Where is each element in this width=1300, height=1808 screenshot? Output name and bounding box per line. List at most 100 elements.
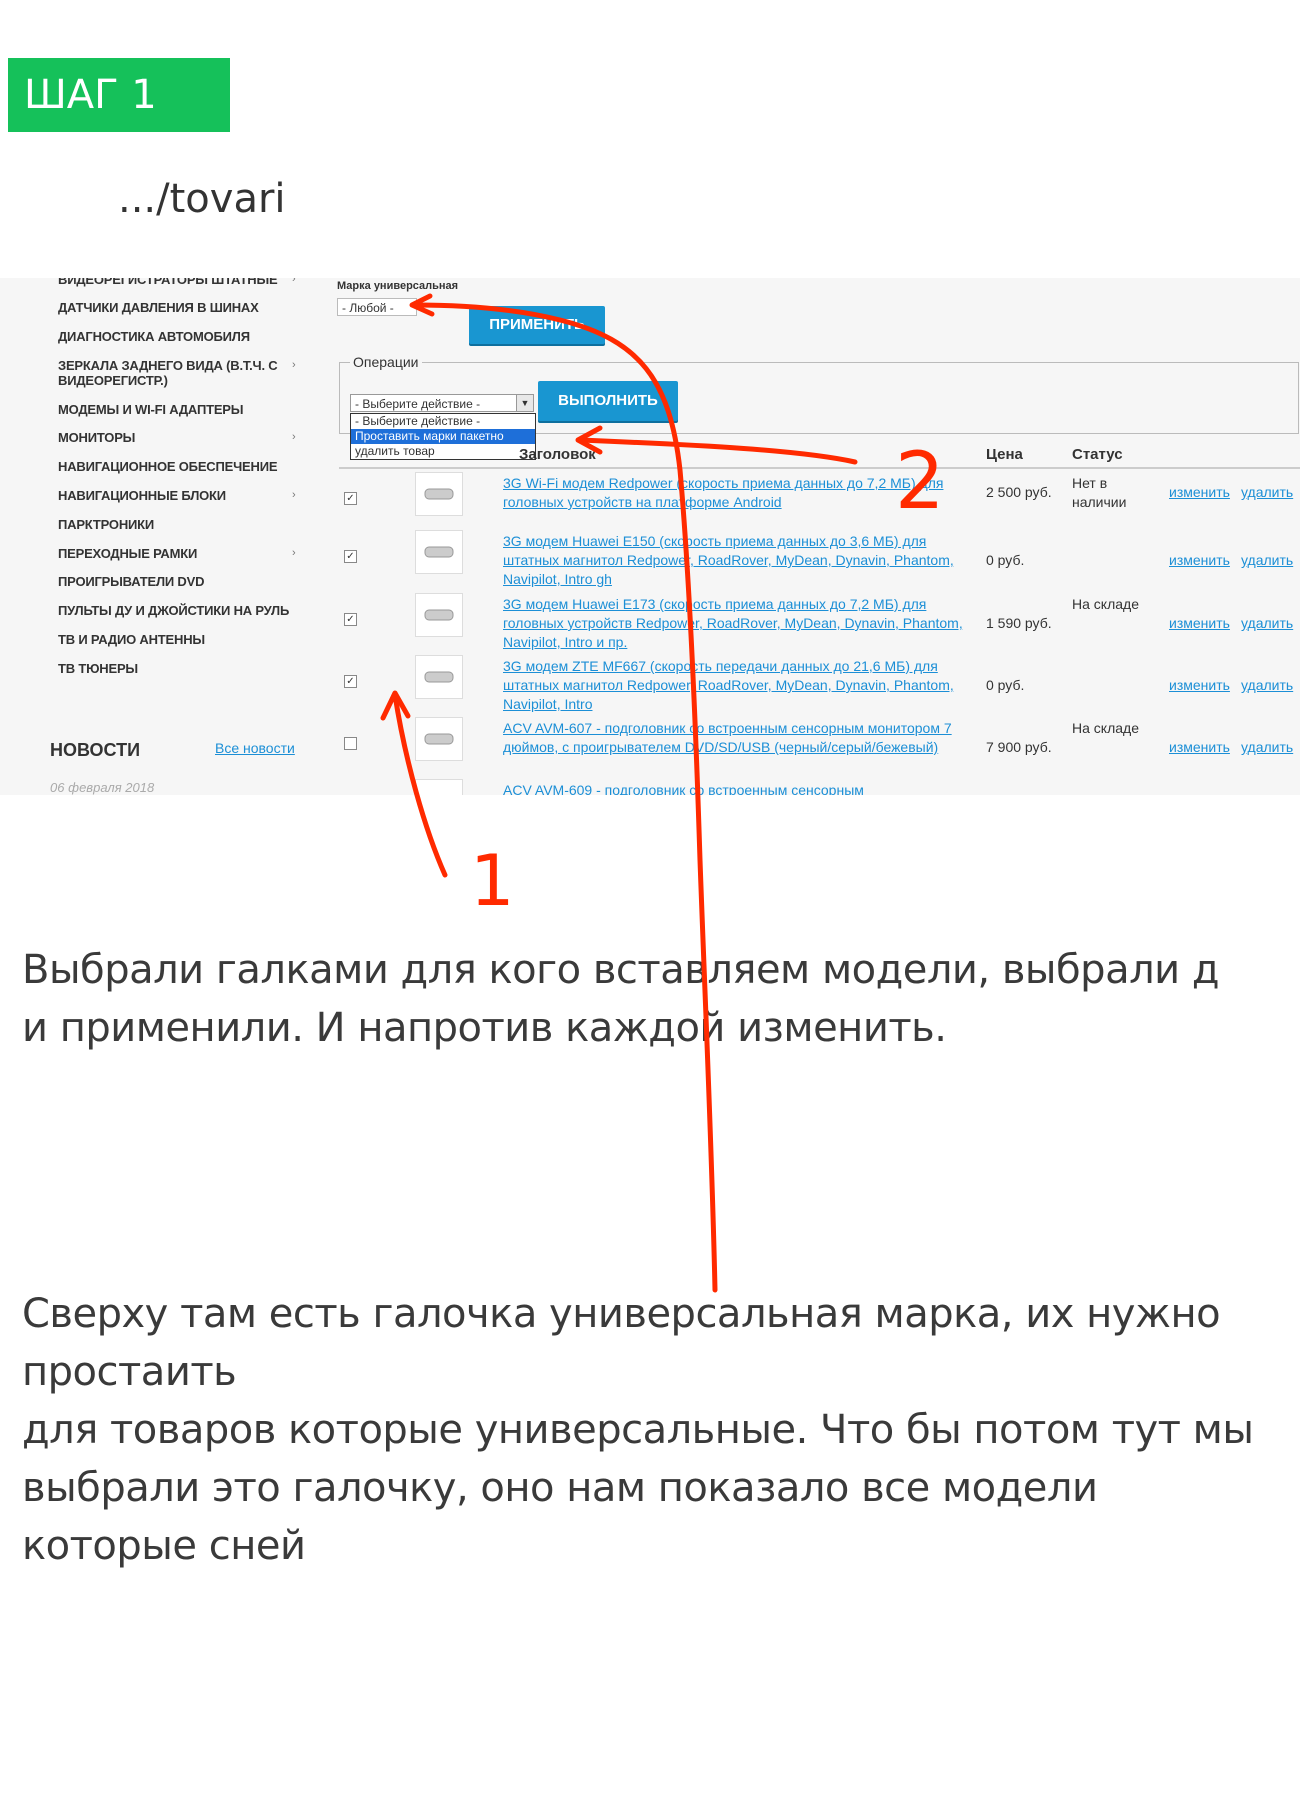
sidebar-item[interactable]: ТВ И РАДИО АНТЕННЫ [58, 632, 308, 647]
apply-button[interactable]: ПРИМЕНИТЬ [469, 306, 605, 344]
sidebar-item-label: ТВ ТЮНЕРЫ [58, 661, 138, 676]
sidebar-item-label: ПАРКТРОНИКИ [58, 517, 155, 532]
paragraph-line: Сверху там есть галочка универсальная ма… [22, 1291, 1221, 1337]
step-badge: ШАГ 1 [8, 58, 230, 132]
instruction-paragraph-1: Выбрали галками для кого вставляем модел… [22, 941, 1282, 1057]
sidebar-item[interactable]: ПАРКТРОНИКИ [58, 517, 308, 532]
sidebar-item-label: ПРОИГРЫВАТЕЛИ DVD [58, 574, 205, 589]
product-price: 0 руб. [986, 552, 1025, 568]
delete-link[interactable]: удалить [1241, 615, 1293, 631]
sidebar-item[interactable]: ВИДЕОРЕГИСТРАТОРЫ ШТАТНЫЕ › [58, 278, 308, 287]
delete-link[interactable]: удалить [1241, 739, 1293, 755]
sidebar-item[interactable]: НАВИГАЦИОННЫЕ БЛОКИ › [58, 488, 308, 503]
sidebar-item-label: МОНИТОРЫ [58, 430, 136, 445]
operations-legend: Операции [350, 354, 422, 370]
product-status: На складе [1072, 596, 1139, 612]
sidebar-item[interactable]: ТВ ТЮНЕРЫ [58, 661, 308, 676]
news-date: 06 февраля 2018 [50, 780, 155, 795]
column-title[interactable]: Заголовок [519, 446, 596, 463]
paragraph-line: и применили. И напротив каждой изменить. [22, 1005, 947, 1051]
dropdown-option[interactable]: удалить товар [351, 444, 535, 459]
product-thumbnail [415, 593, 463, 637]
edit-link[interactable]: изменить [1169, 739, 1230, 755]
product-title-link[interactable]: 3G Wi-Fi модем Redpower (скорость приема… [503, 474, 983, 512]
all-news-link[interactable]: Все новости [215, 740, 295, 756]
sidebar-item[interactable]: МОДЕМЫ И WI-FI АДАПТЕРЫ [58, 402, 308, 417]
execute-button[interactable]: ВЫПОЛНИТЬ [538, 381, 678, 421]
sidebar-item[interactable]: МОНИТОРЫ › [58, 430, 308, 445]
product-price: 1 590 руб. [986, 615, 1052, 631]
delete-link[interactable]: удалить [1241, 552, 1293, 568]
sidebar-item[interactable]: ПЕРЕХОДНЫЕ РАМКИ › [58, 546, 308, 561]
table-header-divider [339, 467, 1300, 469]
sidebar-item-label: ВИДЕОРЕГИСТРАТОРЫ ШТАТНЫЕ [58, 278, 278, 287]
product-status: Нет в наличии [1072, 475, 1127, 510]
product-thumbnail [415, 717, 463, 761]
product-thumbnail [415, 472, 463, 516]
delete-link[interactable]: удалить [1241, 677, 1293, 693]
paragraph-line: простаить [22, 1349, 237, 1395]
chevron-down-icon[interactable]: ▼ [516, 395, 533, 411]
sidebar-item[interactable]: ПРОИГРЫВАТЕЛИ DVD [58, 574, 308, 589]
product-title-link[interactable]: 3G модем Huawei E150 (скорость приема да… [503, 532, 983, 589]
action-select-value: - Выберите действие - [355, 397, 481, 411]
sidebar-item[interactable]: ДИАГНОСТИКА АВТОМОБИЛЯ [58, 329, 308, 344]
edit-link[interactable]: изменить [1169, 552, 1230, 568]
chevron-right-icon: › [292, 359, 296, 371]
delete-link[interactable]: удалить [1241, 484, 1293, 500]
chevron-right-icon: › [292, 547, 296, 559]
paragraph-line: которые сней [22, 1523, 306, 1569]
sidebar-item-label: ПЕРЕХОДНЫЕ РАМКИ [58, 546, 198, 561]
edit-link[interactable]: изменить [1169, 615, 1230, 631]
action-dropdown-list: - Выберите действие - Проставить марки па… [350, 413, 536, 460]
sidebar-item-label: НАВИГАЦИОННОЕ ОБЕСПЕЧЕНИЕ [58, 459, 278, 474]
sidebar-item[interactable]: ДАТЧИКИ ДАВЛЕНИЯ В ШИНАХ [58, 300, 308, 315]
paragraph-line: для товаров которые универсальные. Что б… [22, 1407, 1254, 1453]
product-thumbnail [415, 530, 463, 574]
row-checkbox[interactable] [344, 737, 357, 750]
product-price: 0 руб. [986, 677, 1025, 693]
sidebar-item-label: ПУЛЬТЫ ДУ И ДЖОЙСТИКИ НА РУЛЬ [58, 603, 290, 618]
paragraph-line: Выбрали галками для кого вставляем модел… [22, 947, 1220, 993]
dropdown-option[interactable]: Проставить марки пакетно [351, 429, 535, 444]
sidebar-item[interactable]: ЗЕРКАЛА ЗАДНЕГО ВИДА (В.Т.Ч. С ВИДЕОРЕГИ… [58, 358, 308, 388]
chevron-right-icon: › [292, 278, 296, 285]
sidebar-item-label: ДАТЧИКИ ДАВЛЕНИЯ В ШИНАХ [58, 300, 259, 315]
product-title-link[interactable]: 3G модем Huawei E173 (скорость приема да… [503, 595, 983, 652]
sidebar-item-label: НАВИГАЦИОННЫЕ БЛОКИ [58, 488, 226, 503]
sidebar-item-label: ТВ И РАДИО АНТЕННЫ [58, 632, 205, 647]
column-status[interactable]: Статус [1072, 446, 1123, 463]
column-price[interactable]: Цена [986, 446, 1023, 463]
admin-screenshot: ВИДЕОРЕГИСТРАТОРЫ ШТАТНЫЕ › ДАТЧИКИ ДАВЛЕН… [0, 278, 1300, 795]
product-status: На складе [1072, 720, 1139, 736]
edit-link[interactable]: изменить [1169, 677, 1230, 693]
sidebar-item[interactable]: ПУЛЬТЫ ДУ И ДЖОЙСТИКИ НА РУЛЬ [58, 603, 308, 618]
path-label: .../tovari [118, 176, 286, 222]
sidebar-item-label: ДИАГНОСТИКА АВТОМОБИЛЯ [58, 329, 250, 344]
annotation-number-1: 1 [470, 840, 515, 922]
row-checkbox[interactable]: ✓ [344, 613, 357, 626]
row-checkbox[interactable]: ✓ [344, 550, 357, 563]
product-thumbnail [415, 655, 463, 699]
sidebar-item-label: ЗЕРКАЛА ЗАДНЕГО ВИДА (В.Т.Ч. С ВИДЕОРЕГИ… [58, 358, 278, 388]
sidebar-item-label: МОДЕМЫ И WI-FI АДАПТЕРЫ [58, 402, 244, 417]
paragraph-line: выбрали это галочку, оно нам показало вс… [22, 1465, 1098, 1511]
action-select[interactable]: - Выберите действие - ▼ [350, 394, 534, 412]
product-title-link[interactable]: 3G модем ZTE MF667 (скорость передачи да… [503, 657, 983, 714]
sidebar-item[interactable]: НАВИГАЦИОННОЕ ОБЕСПЕЧЕНИЕ [58, 459, 308, 474]
product-price: 7 900 руб. [986, 739, 1052, 755]
product-thumbnail [415, 779, 463, 795]
product-title-link[interactable]: ACV AVM-609 - подголовник со встроенным … [503, 781, 983, 795]
dropdown-option[interactable]: - Выберите действие - [351, 414, 535, 429]
chevron-right-icon: › [292, 431, 296, 443]
brand-filter-select[interactable]: - Любой - [337, 298, 417, 316]
row-checkbox[interactable]: ✓ [344, 492, 357, 505]
chevron-right-icon: › [292, 489, 296, 501]
product-title-link[interactable]: ACV AVM-607 - подголовник со встроенным … [503, 719, 983, 757]
product-price: 2 500 руб. [986, 484, 1052, 500]
brand-filter-label: Марка универсальная [337, 280, 459, 292]
row-checkbox[interactable]: ✓ [344, 675, 357, 688]
instruction-paragraph-2: Сверху там есть галочка универсальная ма… [22, 1285, 1282, 1575]
edit-link[interactable]: изменить [1169, 484, 1230, 500]
news-title: НОВОСТИ [50, 740, 141, 760]
